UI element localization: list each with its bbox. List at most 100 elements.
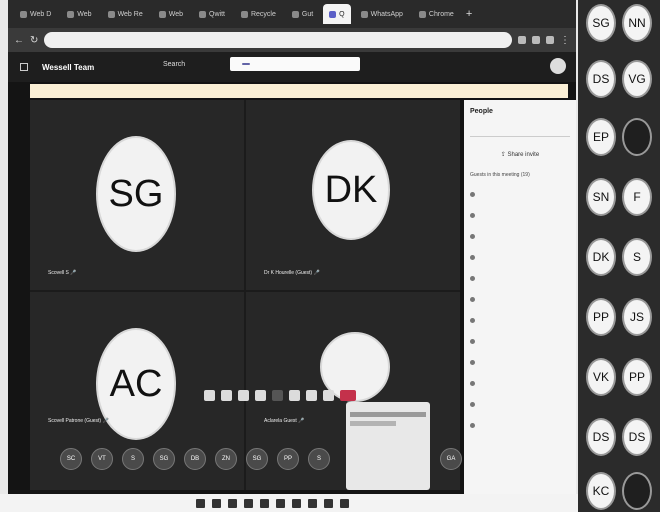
participant-tile[interactable]: SG Scovell S: [30, 100, 244, 290]
reactions-icon[interactable]: [255, 389, 266, 401]
browser-tab[interactable]: Web: [61, 4, 97, 24]
start-icon[interactable]: [196, 498, 205, 508]
list-item[interactable]: [470, 268, 570, 289]
new-tab-plus-icon[interactable]: +: [466, 8, 472, 20]
browser-tab[interactable]: Qwitt: [193, 4, 231, 24]
gallery-avatar[interactable]: DS: [586, 60, 616, 98]
gallery-avatar[interactable]: JS: [622, 298, 652, 336]
menu-dots-icon[interactable]: ⋮: [560, 35, 570, 46]
leave-button[interactable]: [340, 389, 356, 401]
popup-option[interactable]: [350, 412, 426, 417]
popup-button[interactable]: [242, 63, 250, 65]
participant-bubble[interactable]: S: [308, 448, 330, 470]
list-item[interactable]: [470, 394, 570, 415]
people-search-input[interactable]: [470, 125, 570, 137]
participant-bubble[interactable]: PP: [277, 448, 299, 470]
browser-tab[interactable]: Chrome: [413, 4, 460, 24]
participant-bubble[interactable]: GA: [440, 448, 462, 470]
reload-icon[interactable]: ↻: [30, 35, 38, 46]
gallery-avatar[interactable]: SN: [586, 178, 616, 216]
screen: Web D Web Web Re Web Qwitt Recycle Gut Q…: [8, 0, 576, 494]
notification-popup: [230, 57, 360, 71]
participant-tile[interactable]: DK Dr K Hourelle (Guest): [246, 100, 460, 290]
chrome-icon[interactable]: [260, 498, 269, 508]
gallery-video[interactable]: [622, 472, 652, 510]
explorer-icon[interactable]: [244, 498, 253, 508]
taskview-icon[interactable]: [228, 498, 237, 508]
gallery-avatar[interactable]: VK: [586, 358, 616, 396]
search-icon[interactable]: [212, 498, 221, 508]
list-item[interactable]: [470, 373, 570, 394]
in-meeting-header[interactable]: Guests in this meeting (19): [470, 172, 570, 178]
participant-bubble[interactable]: ZN: [215, 448, 237, 470]
gallery-avatar[interactable]: DK: [586, 238, 616, 276]
participant-bubble[interactable]: SG: [153, 448, 175, 470]
teams-icon[interactable]: [276, 498, 285, 508]
gallery-avatar[interactable]: PP: [622, 358, 652, 396]
list-item[interactable]: [470, 289, 570, 310]
overflow-participants-row: SC VT S SG DB ZN SG PP S: [60, 448, 330, 470]
extension-icon[interactable]: [518, 36, 526, 44]
chat-icon[interactable]: [221, 389, 232, 401]
participant-bubble[interactable]: SG: [246, 448, 268, 470]
participant-bubble[interactable]: DB: [184, 448, 206, 470]
app-grid-icon[interactable]: [20, 63, 28, 71]
people-panel: People ⇪ Share invite Guests in this mee…: [464, 100, 576, 494]
avatar: [470, 381, 475, 386]
participants-icon[interactable]: [238, 389, 249, 401]
user-avatar[interactable]: [550, 58, 566, 74]
gallery-avatar[interactable]: KC: [586, 472, 616, 510]
popup-option[interactable]: [350, 421, 396, 426]
tab-label: Q: [339, 10, 345, 18]
more-icon[interactable]: [272, 389, 283, 401]
gallery-avatar[interactable]: DS: [586, 418, 616, 456]
list-item[interactable]: [470, 205, 570, 226]
tab-favicon-icon: [360, 10, 368, 18]
list-item[interactable]: [470, 352, 570, 373]
list-item[interactable]: [470, 310, 570, 331]
participant-bubble[interactable]: S: [122, 448, 144, 470]
gallery-avatar[interactable]: NN: [622, 4, 652, 42]
browser-tab[interactable]: Web: [153, 4, 189, 24]
mail-icon[interactable]: [292, 498, 301, 508]
tab-label: Web D: [30, 10, 52, 18]
tab-label: Web: [168, 10, 184, 18]
word-icon[interactable]: [308, 498, 317, 508]
teams-favicon-icon: [329, 10, 337, 18]
browser-tab[interactable]: Gut: [286, 4, 319, 24]
participant-bubble[interactable]: VT: [91, 448, 113, 470]
gallery-avatar[interactable]: S: [622, 238, 652, 276]
browser-tab[interactable]: Web Re: [102, 4, 149, 24]
gallery-avatar[interactable]: SG: [586, 4, 616, 42]
extension-icon[interactable]: [532, 36, 540, 44]
gallery-avatar[interactable]: VG: [622, 60, 652, 98]
list-item[interactable]: [470, 331, 570, 352]
browser-tab-bar: Web D Web Web Re Web Qwitt Recycle Gut Q…: [8, 0, 576, 28]
list-item[interactable]: [470, 247, 570, 268]
list-item[interactable]: [470, 184, 570, 205]
browser-tab-active[interactable]: Q: [323, 4, 351, 24]
app-icon[interactable]: [340, 498, 349, 508]
excel-icon[interactable]: [324, 498, 333, 508]
back-arrow-icon[interactable]: ←: [14, 35, 24, 46]
participant-bubble[interactable]: SC: [60, 448, 82, 470]
url-field[interactable]: [44, 32, 512, 48]
browser-tab[interactable]: Recycle: [235, 4, 282, 24]
list-item[interactable]: [470, 226, 570, 247]
avatar: [470, 276, 475, 281]
gallery-avatar[interactable]: DS: [622, 418, 652, 456]
gallery-avatar[interactable]: EP: [586, 118, 616, 156]
share-invite-button[interactable]: ⇪ Share invite: [470, 151, 570, 158]
gallery-video[interactable]: [622, 118, 652, 156]
mic-icon[interactable]: [306, 389, 317, 401]
camera-icon[interactable]: [289, 389, 300, 401]
browser-tab[interactable]: Web D: [14, 4, 57, 24]
gallery-avatar[interactable]: PP: [586, 298, 616, 336]
avatar: [470, 339, 475, 344]
browser-tab[interactable]: WhatsApp: [355, 4, 409, 24]
share-screen-icon[interactable]: [323, 389, 334, 401]
gallery-avatar[interactable]: F: [622, 178, 652, 216]
extension-icon[interactable]: [546, 36, 554, 44]
search-label[interactable]: Search: [163, 61, 185, 68]
list-item[interactable]: [470, 415, 570, 436]
